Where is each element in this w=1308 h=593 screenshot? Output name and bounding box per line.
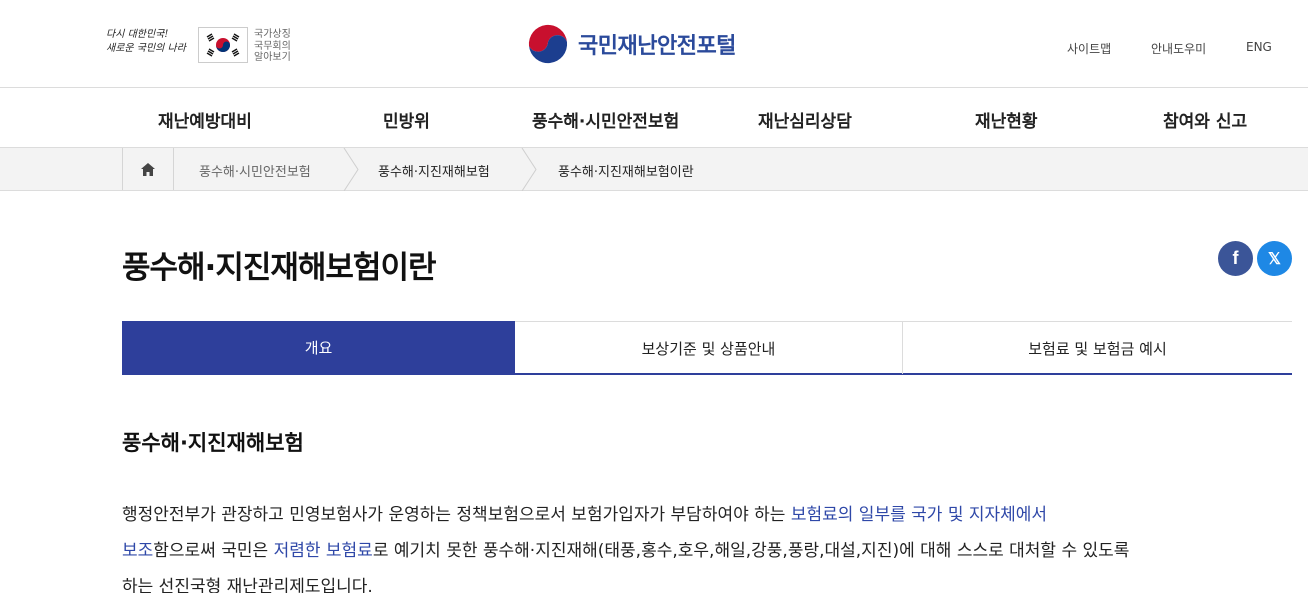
x-icon[interactable]: 𝕏 [1257,241,1292,276]
slogan-line2: 새로운 국민의 나라 [106,43,186,54]
site-title: 국민재난안전포털 [578,34,736,59]
breadcrumb-item-2[interactable]: 풍수해·지진재해보험 [378,161,490,180]
main-navigation: 재난예방대비 민방위 풍수해·시민안전보험 재난심리상담 재난현황 참여와 신고 [0,88,1308,148]
slogan: 다시 대한민국! 새로운 국민의 나라 [106,28,192,62]
highlight-text: 보조 [122,541,154,561]
tab-overview[interactable]: 개요 [122,321,515,374]
gnb-civil-defense[interactable]: 민방위 [383,107,430,132]
help-link[interactable]: 안내도우미 [1151,40,1206,57]
national-symbol-link[interactable]: 국가상징 국무회의 알아보기 [254,29,291,64]
highlight-text: 저렴한 보험료 [273,541,373,561]
breadcrumb-item-3[interactable]: 풍수해·지진재해보험이란 [558,161,694,180]
gnb-disaster-prevention[interactable]: 재난예방대비 [158,107,252,132]
tab-premium-examples[interactable]: 보험료 및 보험금 예시 [902,322,1292,374]
text: 함으로써 국민은 [153,541,274,561]
symbol-line3: 알아보기 [254,52,291,63]
gnb-insurance[interactable]: 풍수해·시민안전보험 [532,107,679,132]
gnb-participation[interactable]: 참여와 신고 [1163,107,1247,132]
taegeuk-flag-icon[interactable] [198,27,248,63]
page-title: 풍수해·지진재해보험이란 [122,250,436,286]
description-paragraph: 행정안전부가 관장하고 민영보험사가 운영하는 정책보험으로서 보험가입자가 부… [122,497,1292,593]
content-tabs: 개요 보상기준 및 상품안내 보험료 및 보험금 예시 [122,321,1292,375]
breadcrumb-item-1[interactable]: 풍수해·시민안전보험 [199,161,311,180]
slogan-line1: 다시 대한민국! [106,29,169,40]
home-icon[interactable] [122,148,174,190]
text: 행정안전부가 관장하고 민영보험사가 운영하는 정책보험으로서 보험가입자가 부… [122,505,791,525]
facebook-icon[interactable]: f [1218,241,1253,276]
highlight-text: 보험료의 일부를 국가 및 지자체에서 [790,505,1048,525]
symbol-line2: 국무회의 [254,40,291,52]
site-header: 다시 대한민국! 새로운 국민의 나라 국가상징 국무회의 알아보기 국민재난안… [0,0,1308,88]
breadcrumb: 풍수해·시민안전보험 풍수해·지진재해보험 풍수해·지진재해보험이란 [0,148,1308,191]
chevron-right-icon [343,148,359,191]
tab-compensation[interactable]: 보상기준 및 상품안내 [515,322,902,374]
chevron-right-icon [521,148,537,191]
paragraph-line-3: 하는 선진국형 재난관리제도입니다. [122,577,373,593]
site-logo[interactable]: 국민재난안전포털 [526,22,736,66]
sitemap-link[interactable]: 사이트맵 [1067,40,1111,57]
symbol-line1: 국가상징 [254,29,291,40]
gnb-counseling[interactable]: 재난심리상담 [758,107,852,132]
english-link[interactable]: ENG [1246,40,1272,54]
text: 로 예기치 못한 풍수해·지진재해(태풍,홍수,호우,해일,강풍,풍랑,대설,지… [372,541,1130,561]
paragraph-line-2: 보조함으로써 국민은 저렴한 보험료로 예기치 못한 풍수해·지진재해(태풍,홍… [122,533,1292,569]
paragraph-line-1: 행정안전부가 관장하고 민영보험사가 운영하는 정책보험으로서 보험가입자가 부… [122,497,1292,533]
government-logo-icon [527,23,569,65]
gnb-disaster-status[interactable]: 재난현황 [975,107,1038,132]
section-title: 풍수해·지진재해보험 [122,431,304,455]
